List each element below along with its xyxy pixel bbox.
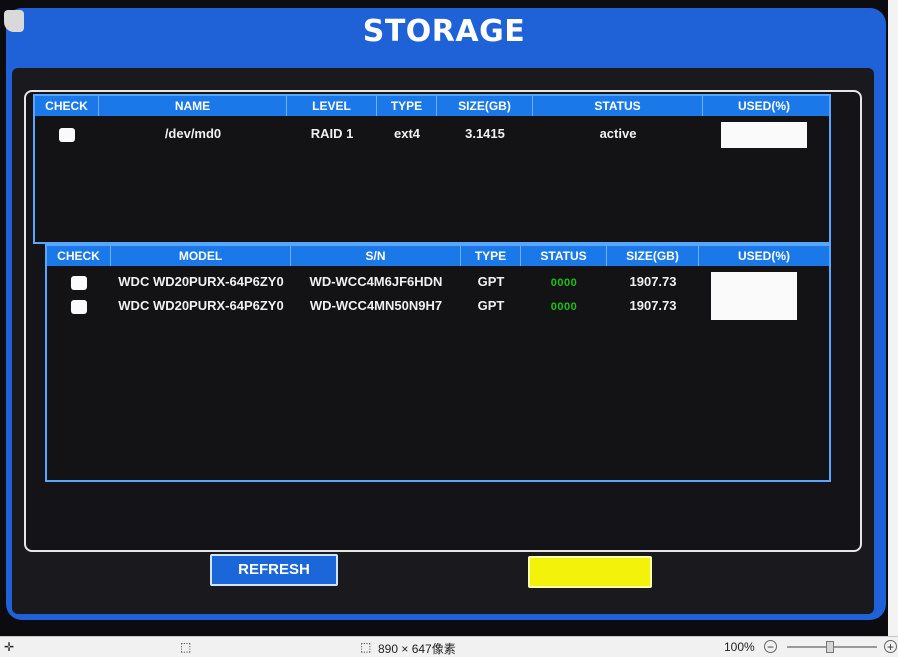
dvr-screen: STORAGE CHECK NAME LEVEL TYPE SIZE(GB) S…: [0, 0, 888, 636]
zoom-level: 100%: [724, 640, 755, 654]
raid-col-check: CHECK: [35, 96, 99, 116]
disk-row-sn: WD-WCC4M6JF6HDN: [309, 274, 443, 289]
raid-row[interactable]: /dev/md0 RAID 1 ext4 3.1415 active: [35, 122, 829, 148]
disk-row-status: 0000: [550, 301, 578, 313]
selection-icon: ⬚: [180, 640, 192, 654]
tables-container: CHECK NAME LEVEL TYPE SIZE(GB) STATUS US…: [24, 90, 862, 552]
raid-col-size: SIZE(GB): [437, 96, 533, 116]
content-panel: CHECK NAME LEVEL TYPE SIZE(GB) STATUS US…: [12, 68, 874, 614]
disk-row-sn: WD-WCC4MN50N9H7: [309, 298, 443, 313]
disk-row-checkbox[interactable]: [71, 299, 87, 314]
photo-area: STORAGE CHECK NAME LEVEL TYPE SIZE(GB) S…: [0, 0, 898, 636]
disk-row-model: WDC WD20PURX-64P6ZY0: [118, 298, 284, 313]
zoom-out-icon[interactable]: −: [764, 640, 777, 653]
disk-col-check: CHECK: [47, 246, 111, 266]
move-icon: ✛: [4, 640, 15, 654]
raid-table: CHECK NAME LEVEL TYPE SIZE(GB) STATUS US…: [33, 94, 831, 244]
raid-col-status: STATUS: [533, 96, 703, 116]
disk-row-size: 1907.73: [629, 274, 677, 289]
raid-row-type: ext4: [393, 126, 421, 141]
image-dimensions: 890 × 647像素: [378, 642, 456, 656]
disk-col-status: STATUS: [521, 246, 607, 266]
refresh-button[interactable]: REFRESH: [210, 554, 338, 586]
disk-col-size: SIZE(GB): [607, 246, 699, 266]
disk-table-header: CHECK MODEL S/N TYPE STATUS SIZE(GB) USE…: [47, 246, 829, 266]
image-size-icon: ⬚: [360, 640, 372, 654]
zoom-slider-thumb[interactable]: [826, 641, 834, 653]
disk-col-sn: S/N: [291, 246, 461, 266]
page-title: STORAGE: [362, 14, 526, 49]
zoom-in-icon[interactable]: +: [884, 640, 897, 653]
raid-row-checkbox[interactable]: [59, 127, 75, 142]
disk-row-type: GPT: [477, 274, 505, 289]
disk-row-type: GPT: [477, 298, 505, 313]
disk-row[interactable]: WDC WD20PURX-64P6ZY0 WD-WCC4MN50N9H7 GPT…: [47, 294, 829, 318]
disk-row-checkbox[interactable]: [71, 275, 87, 290]
raid-col-name: NAME: [99, 96, 287, 116]
disk-row[interactable]: WDC WD20PURX-64P6ZY0 WD-WCC4M6JF6HDN GPT…: [47, 270, 829, 320]
raid-row-level: RAID 1: [310, 126, 354, 141]
disk-table: CHECK MODEL S/N TYPE STATUS SIZE(GB) USE…: [45, 244, 831, 482]
disk-row-status: 0000: [550, 277, 578, 289]
raid-row-status: active: [599, 126, 637, 141]
raid-col-level: LEVEL: [287, 96, 377, 116]
disk-col-type: TYPE: [461, 246, 521, 266]
disk-row-size: 1907.73: [629, 298, 677, 313]
raid-table-header: CHECK NAME LEVEL TYPE SIZE(GB) STATUS US…: [35, 96, 829, 116]
raid-col-used: USED(%): [737, 99, 790, 113]
disk-col-model: MODEL: [111, 246, 291, 266]
raid-row-used-bar: [721, 122, 807, 148]
exit-button[interactable]: EXIT: [528, 556, 652, 588]
raid-col-type: TYPE: [377, 96, 437, 116]
viewer-statusbar: ✛ ⬚ ⬚ 890 × 647像素 100% − +: [0, 636, 898, 657]
raid-row-size: 3.1415: [465, 126, 505, 141]
raid-row-name: /dev/md0: [164, 126, 222, 141]
disk-row-model: WDC WD20PURX-64P6ZY0: [118, 274, 284, 289]
disk-col-used: USED(%): [737, 249, 790, 263]
monitor-bezel: [888, 0, 898, 636]
